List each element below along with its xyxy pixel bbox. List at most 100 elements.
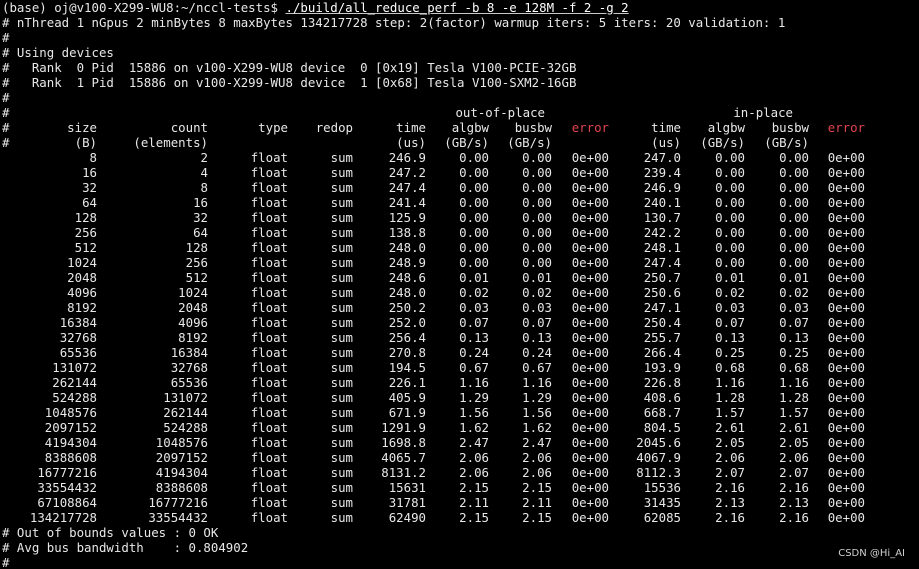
table-cell: 0.07 [715, 315, 745, 330]
table-row: 16 4 float sum 247.2 0.00 0.00 0e+00 239.4 0.00 0.… [0, 165, 919, 180]
table-cell: 4 [200, 165, 208, 180]
table-cell: sum [330, 420, 353, 435]
table-cell: 31435 [643, 495, 681, 510]
table-cell: 32 [82, 180, 97, 195]
table-cell: 1.16 [522, 375, 552, 390]
table-cell: 248.1 [643, 240, 681, 255]
table-cell: 0.01 [715, 270, 745, 285]
table-cell: 0.00 [779, 210, 809, 225]
table-cell: 67108864 [37, 495, 97, 510]
table-row: 8 2 float sum 246.9 0.00 0.00 0e+00 247.0 0.00 0.0… [0, 150, 919, 165]
table-cell: 1.56 [522, 405, 552, 420]
table-cell: 0.00 [459, 150, 489, 165]
table-cell: sum [330, 360, 353, 375]
table-cell: 0.13 [715, 330, 745, 345]
terminal-window[interactable]: (base) oj@v100-X299-WU8:~/nccl-tests$ ./… [0, 0, 919, 569]
table-row: 256 64 float sum 138.8 0.00 0.00 0e+00 242.2 0.00… [0, 225, 919, 240]
unit-header: (elements) [133, 135, 208, 150]
table-cell: sum [330, 210, 353, 225]
table-cell: float [250, 225, 288, 240]
table-cell: float [250, 150, 288, 165]
table-cell: 8192 [178, 330, 208, 345]
table-cell: 1.29 [459, 390, 489, 405]
table-cell: 2.15 [459, 510, 489, 525]
table-cell: 239.4 [643, 165, 681, 180]
column-header: error [571, 120, 609, 135]
table-cell: 241.4 [388, 195, 426, 210]
table-cell: 0e+00 [827, 240, 865, 255]
table-cell: 0e+00 [827, 150, 865, 165]
table-cell: 0.03 [459, 300, 489, 315]
column-header: busbw [771, 120, 809, 135]
table-cell: 32 [193, 210, 208, 225]
command-text[interactable]: ./build/all_reduce_perf -b 8 -e 128M -f … [285, 0, 628, 15]
preamble-line: # Rank 1 Pid 15886 on v100-X299-WU8 devi… [2, 75, 577, 90]
table-cell: 2.16 [715, 480, 745, 495]
table-cell: 0.01 [779, 270, 809, 285]
table-cell: 0e+00 [827, 180, 865, 195]
table-cell: 0.00 [715, 255, 745, 270]
table-cell: 0.07 [459, 315, 489, 330]
table-cell: 0.00 [522, 180, 552, 195]
table-cell: 33554432 [148, 510, 208, 525]
table-cell: 2.06 [459, 450, 489, 465]
table-cell: 65536 [170, 375, 208, 390]
table-cell: 2.15 [522, 510, 552, 525]
table-cell: 242.2 [643, 225, 681, 240]
table-row: 64 16 float sum 241.4 0.00 0.00 0e+00 240.1 0.00 0… [0, 195, 919, 210]
table-row: 134217728 33554432 float sum 62490 2.15 2.15 0e… [0, 510, 919, 525]
table-cell: 15536 [643, 480, 681, 495]
table-cell: 62490 [388, 510, 426, 525]
table-cell: 8 [89, 150, 97, 165]
table-cell: float [250, 210, 288, 225]
table-cell: 0e+00 [571, 480, 609, 495]
table-cell: 0.00 [522, 150, 552, 165]
table-cell: 64 [82, 195, 97, 210]
column-header: redop [315, 120, 353, 135]
column-header: count [170, 120, 208, 135]
table-cell: 2097152 [44, 420, 97, 435]
table-cell: 1.62 [522, 420, 552, 435]
table-cell: 246.9 [388, 150, 426, 165]
table-cell: 131072 [163, 390, 208, 405]
table-cell: 0e+00 [827, 210, 865, 225]
table-cell: 16384 [59, 315, 97, 330]
table-cell: 0e+00 [571, 150, 609, 165]
table-cell: 2.15 [522, 480, 552, 495]
table-cell: 0.00 [715, 165, 745, 180]
unit-header: (GB/s) [764, 135, 809, 150]
table-cell: 2.05 [779, 435, 809, 450]
table-cell: float [250, 285, 288, 300]
table-cell: 16777216 [37, 465, 97, 480]
table-cell: 2.05 [715, 435, 745, 450]
table-cell: float [250, 360, 288, 375]
table-cell: 0e+00 [827, 255, 865, 270]
table-cell: 2048 [178, 300, 208, 315]
table-row: 8388608 2097152 float sum 4065.7 2.06 2.06 0e+0… [0, 450, 919, 465]
table-cell: 248.6 [388, 270, 426, 285]
table-cell: 0e+00 [571, 195, 609, 210]
table-cell: 0.24 [522, 345, 552, 360]
table-cell: 0e+00 [827, 330, 865, 345]
table-cell: 2097152 [155, 450, 208, 465]
table-cell: sum [330, 315, 353, 330]
table-cell: 0.67 [459, 360, 489, 375]
table-cell: sum [330, 180, 353, 195]
preamble-line: # [2, 90, 10, 105]
table-cell: float [250, 195, 288, 210]
preamble-line: # [2, 30, 10, 45]
table-cell: 0e+00 [571, 345, 609, 360]
table-cell: 0e+00 [571, 270, 609, 285]
table-cell: 270.8 [388, 345, 426, 360]
table-cell: 134217728 [29, 510, 97, 525]
table-cell: 2.06 [522, 465, 552, 480]
table-row: 1048576 262144 float sum 671.9 1.56 1.56 0e+00 6… [0, 405, 919, 420]
group-header-in-place: in-place [733, 105, 793, 120]
table-cell: 2.06 [459, 465, 489, 480]
unit-header: (B) [74, 135, 97, 150]
table-cell: 0.00 [779, 180, 809, 195]
unit-header: (GB/s) [444, 135, 489, 150]
table-cell: 32768 [59, 330, 97, 345]
table-cell: float [250, 420, 288, 435]
table-cell: float [250, 315, 288, 330]
